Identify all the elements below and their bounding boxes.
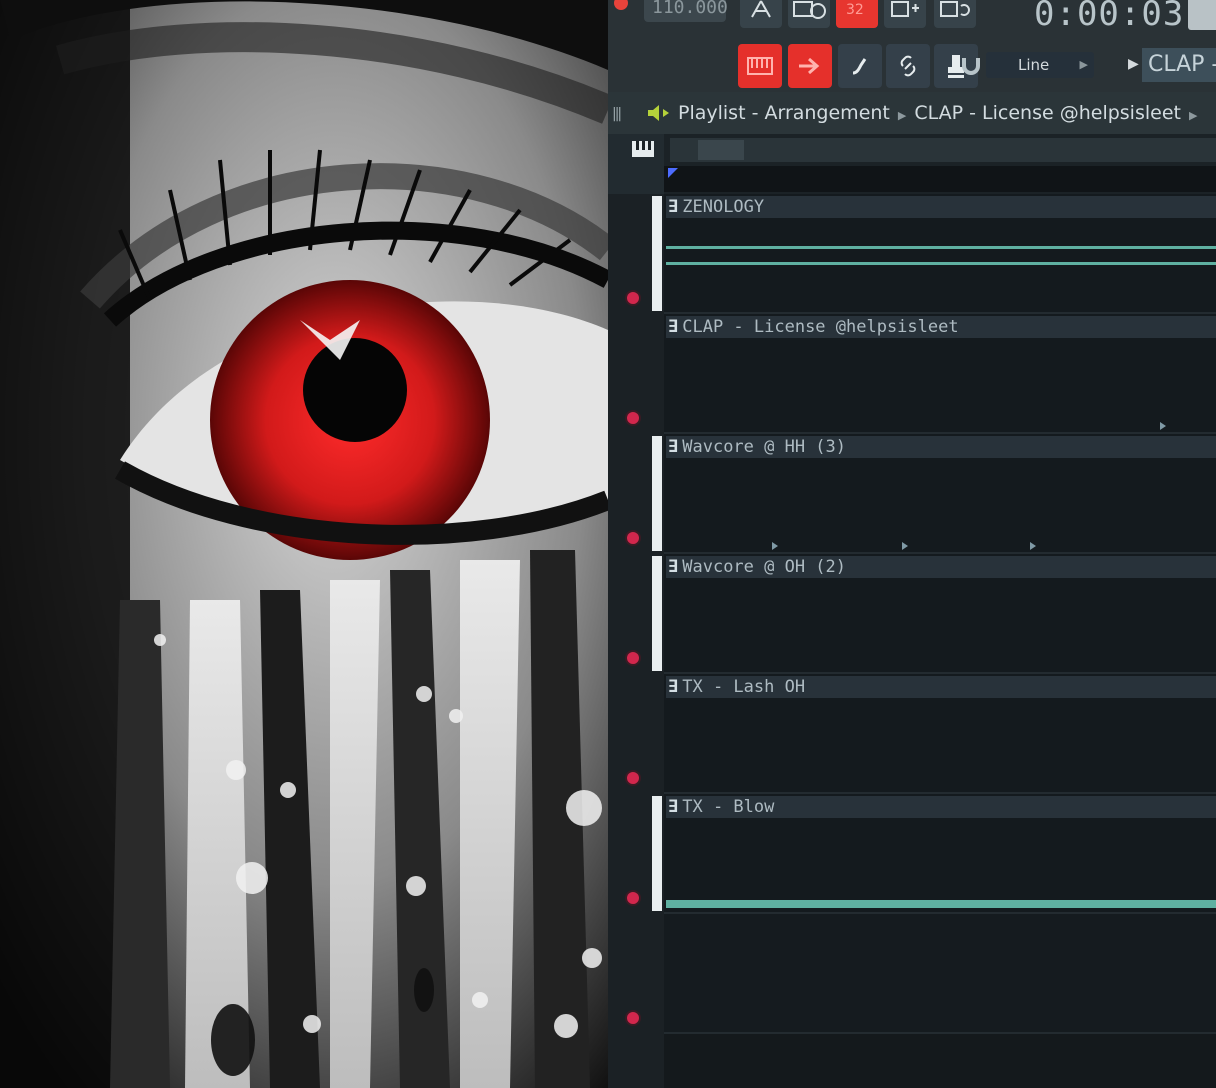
grip-icon[interactable]: |||: [612, 106, 622, 122]
playlist-titlebar: ||| Playlist - Arrangement ▶ CLAP - Licens…: [608, 92, 1216, 134]
track-label: CLAP - License @helpsisleet: [682, 317, 959, 337]
chevron-right-icon: ▶: [897, 109, 907, 122]
record-arm-icon[interactable]: [627, 892, 639, 904]
track-row[interactable]: ∃ Wavcore @ OH (2): [608, 554, 1216, 674]
daw-window: 110.000 32 0:00:03 Line ▶ ▶ CLAP ||| Pla…: [608, 0, 1216, 1088]
piano-icon[interactable]: [630, 138, 656, 160]
automation-line: [666, 900, 1216, 908]
track-label: Wavcore @ OH (2): [682, 557, 847, 577]
paint-icon[interactable]: [838, 44, 882, 88]
clip-header[interactable]: ∃ TX - Lash OH: [666, 676, 1216, 698]
link-icon[interactable]: [886, 44, 930, 88]
loop-record-icon[interactable]: [934, 0, 976, 28]
transport-bar: 110.000 32 0:00:03: [608, 0, 1216, 40]
track-tools: [608, 134, 664, 194]
chevron-right-icon: ▶: [1188, 109, 1198, 122]
pattern-selector[interactable]: CLAP -...: [1142, 48, 1216, 82]
track-color-strip: [652, 436, 662, 551]
crying-eye-illustration: [0, 0, 608, 1088]
horizontal-scrollbar[interactable]: [670, 138, 1216, 162]
snap-selector[interactable]: Line ▶: [962, 52, 1094, 78]
record-arm-icon[interactable]: [627, 292, 639, 304]
countdown-icon[interactable]: 32: [836, 0, 878, 28]
track-row[interactable]: ∃ ZENOLOGY: [608, 194, 1216, 314]
note-marker: [902, 542, 908, 550]
track-label: ZENOLOGY: [682, 197, 765, 217]
record-arm-icon[interactable]: [627, 772, 639, 784]
track-list: ∃ ZENOLOGY ∃ CLAP - License @helpsisleet ∃…: [608, 194, 1216, 1088]
record-arm-icon[interactable]: [627, 652, 639, 664]
scroll-handle[interactable]: [698, 140, 744, 160]
track-label: TX - Lash OH: [682, 677, 806, 697]
track-label: TX - Blow: [682, 797, 775, 817]
track-row[interactable]: ∃ Wavcore @ HH (3): [608, 434, 1216, 554]
track-lane[interactable]: [664, 914, 1216, 1034]
breadcrumb-pattern[interactable]: CLAP - License @helpsisleet: [914, 102, 1181, 124]
song-time: 0:00:03: [1034, 0, 1185, 34]
speaker-icon[interactable]: [646, 102, 672, 124]
clip-header[interactable]: ∃ Wavcore @ HH (3): [666, 436, 1216, 458]
metronome-icon[interactable]: [740, 0, 782, 28]
cpu-meter: [1188, 0, 1216, 30]
note-marker: [1160, 422, 1166, 430]
track-color-strip: [652, 196, 662, 311]
cover-artwork: [0, 0, 608, 1088]
piano-roll-icon[interactable]: [738, 44, 782, 88]
snap-label: Line: [1018, 56, 1050, 74]
time-ruler[interactable]: [664, 166, 1216, 192]
clip-header[interactable]: ∃ CLAP - License @helpsisleet: [666, 316, 1216, 338]
record-arm-icon[interactable]: [627, 412, 639, 424]
chevron-right-icon: ▶: [1079, 58, 1088, 71]
tempo-display[interactable]: 110.000: [644, 0, 728, 22]
step-edit-icon[interactable]: [884, 0, 926, 28]
automation-line: [666, 262, 1216, 265]
track-row[interactable]: ∃ TX - Lash OH: [608, 674, 1216, 794]
track-label: Wavcore @ HH (3): [682, 437, 847, 457]
note-marker: [772, 542, 778, 550]
automation-line: [666, 246, 1216, 249]
song-position-marker[interactable]: [668, 168, 678, 178]
track-color-strip: [652, 796, 662, 911]
wait-record-icon[interactable]: [788, 0, 830, 28]
breadcrumb: Playlist - Arrangement ▶ CLAP - License @h…: [678, 92, 1205, 134]
magnet-icon: [962, 58, 980, 75]
svg-text:32: 32: [846, 2, 864, 18]
track-row[interactable]: [608, 914, 1216, 1034]
playlist-toolbar: Line ▶ ▶ CLAP -...: [608, 40, 1216, 92]
track-row[interactable]: ∃ CLAP - License @helpsisleet: [608, 314, 1216, 434]
record-arm-icon[interactable]: [627, 532, 639, 544]
clip-header[interactable]: ∃ TX - Blow: [666, 796, 1216, 818]
clip-header[interactable]: ∃ ZENOLOGY: [666, 196, 1216, 218]
record-dot-icon[interactable]: [614, 0, 628, 10]
record-arm-icon[interactable]: [627, 1012, 639, 1024]
arrow-icon[interactable]: [788, 44, 832, 88]
track-color-strip: [652, 556, 662, 671]
pattern-arrow-icon[interactable]: ▶: [1128, 56, 1139, 72]
note-marker: [1030, 542, 1036, 550]
track-row[interactable]: ∃ TX - Blow: [608, 794, 1216, 914]
breadcrumb-playlist[interactable]: Playlist - Arrangement: [678, 102, 890, 124]
clip-header[interactable]: ∃ Wavcore @ OH (2): [666, 556, 1216, 578]
